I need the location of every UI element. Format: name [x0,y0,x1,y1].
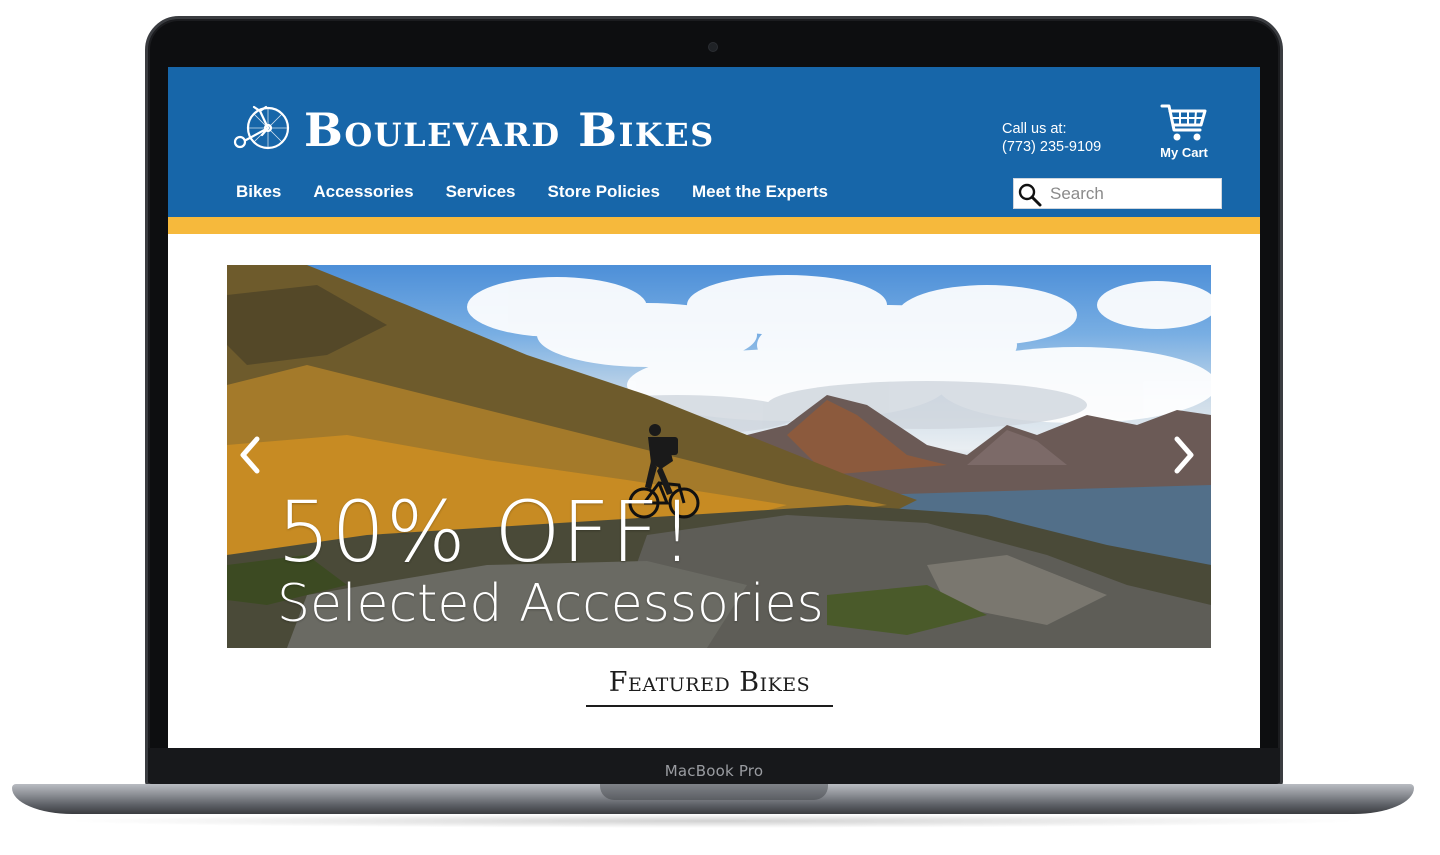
nav-item-accessories[interactable]: Accessories [313,182,413,204]
laptop-shadow [60,814,1366,828]
chevron-right-icon [1174,436,1194,474]
nav-item-services[interactable]: Services [446,182,516,204]
phone-number[interactable]: (773) 235-9109 [1002,138,1101,156]
nav-item-meet-the-experts[interactable]: Meet the Experts [692,182,828,204]
main-nav: Bikes Accessories Services Store Policie… [236,182,860,204]
contact-info: Call us at: (773) 235-9109 [1002,120,1101,156]
search-input[interactable] [1050,183,1215,205]
carousel-prev-button[interactable] [233,433,267,477]
hero-subheadline: Selected Accessories [277,574,824,634]
call-label: Call us at: [1002,121,1067,137]
shopping-cart-icon [1160,104,1207,141]
chevron-left-icon [240,436,260,474]
section-divider [586,705,833,707]
penny-farthing-icon[interactable] [232,99,294,153]
hero-headline: 50% OFF! [277,483,695,581]
cart-label: My Cart [1160,145,1208,160]
site-header: Boulevard Bikes Call us at: (773) 235-91… [168,67,1260,217]
nav-item-bikes[interactable]: Bikes [236,182,281,204]
cart-button[interactable]: My Cart [1154,103,1214,171]
nav-item-store-policies[interactable]: Store Policies [548,182,660,204]
hero-carousel[interactable]: 50% OFF! Selected Accessories [227,265,1211,648]
search-icon[interactable] [1017,182,1043,208]
device-label: MacBook Pro [664,762,764,780]
laptop-notch [600,784,828,800]
camera-icon [709,43,717,51]
search-box [1013,178,1222,209]
carousel-next-button[interactable] [1167,433,1201,477]
brand-name[interactable]: Boulevard Bikes [304,105,715,155]
browser-screen: Boulevard Bikes Call us at: (773) 235-91… [168,67,1260,748]
accent-stripe [168,217,1260,234]
section-title: Featured Bikes [608,667,811,698]
